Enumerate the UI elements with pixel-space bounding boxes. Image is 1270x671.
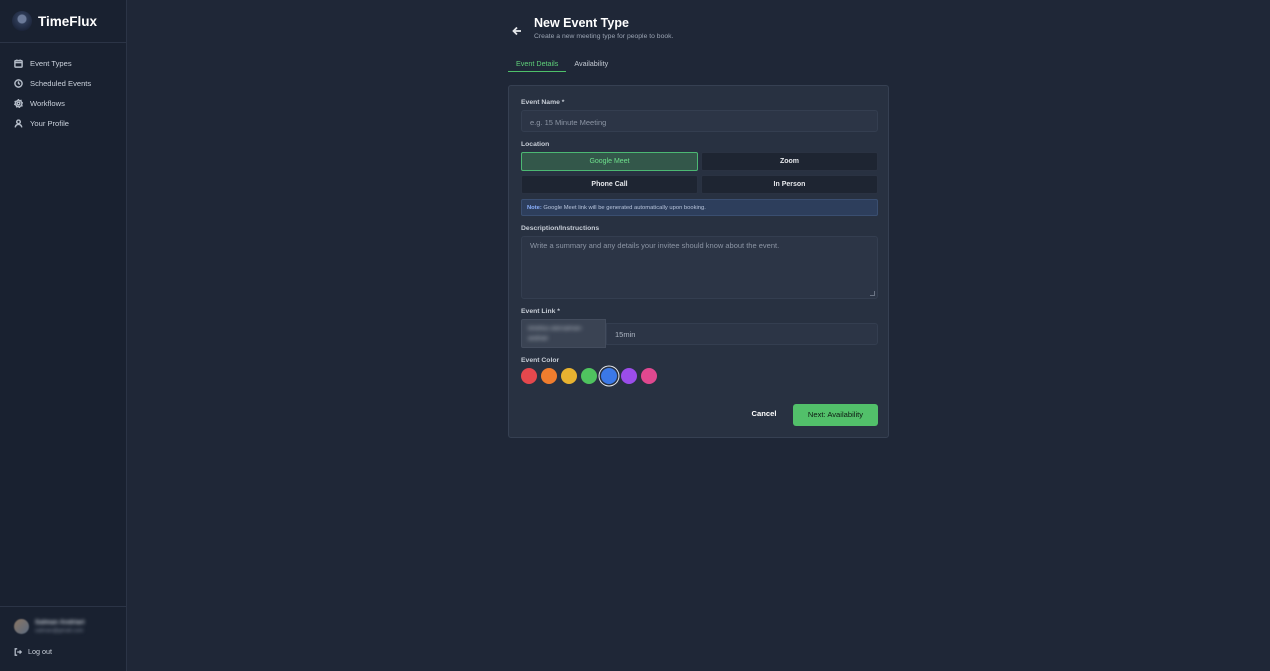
event-name-input[interactable]: e.g. 15 Minute Meeting xyxy=(521,110,878,132)
sidebar-item-label: Your Profile xyxy=(30,118,69,128)
location-zoom-button[interactable]: Zoom xyxy=(701,152,878,171)
event-link-slug-input[interactable]: 15min xyxy=(606,323,878,345)
description-placeholder: Write a summary and any details your inv… xyxy=(530,241,780,250)
sidebar-item-event-types[interactable]: Event Types xyxy=(0,53,126,73)
user-info: Salman Andriari salman@gmail.com xyxy=(35,619,85,634)
logout-label: Log out xyxy=(28,647,52,656)
arrow-left-icon xyxy=(512,26,521,36)
logout-icon xyxy=(14,647,22,656)
user-icon xyxy=(14,118,23,128)
sidebar: TimeFlux Event Types Scheduled Events Wo… xyxy=(0,0,127,671)
clock-icon xyxy=(14,78,23,88)
tab-availability[interactable]: Availability xyxy=(566,55,616,72)
sidebar-item-scheduled-events[interactable]: Scheduled Events xyxy=(0,73,126,93)
user-name: Salman Andriari xyxy=(35,619,85,626)
user-profile[interactable]: Salman Andriari salman@gmail.com xyxy=(0,607,126,634)
event-name-label: Event Name * xyxy=(521,99,565,106)
note-prefix: Note: xyxy=(527,205,542,211)
color-swatch-yellow[interactable] xyxy=(561,368,577,384)
event-link-prefix-text: timeflux.site/salman-andriari xyxy=(528,326,583,342)
sidebar-nav: Event Types Scheduled Events Workflows Y… xyxy=(0,43,126,133)
sidebar-item-label: Event Types xyxy=(30,58,72,68)
back-button[interactable] xyxy=(512,23,522,36)
calendar-icon xyxy=(14,59,23,68)
brand-name: TimeFlux xyxy=(38,13,98,29)
brand[interactable]: TimeFlux xyxy=(0,0,126,43)
description-textarea[interactable]: Write a summary and any details your inv… xyxy=(521,236,878,299)
location-in-person-button[interactable]: In Person xyxy=(701,175,878,194)
sidebar-item-label: Workflows xyxy=(30,98,65,108)
avatar xyxy=(14,619,29,634)
color-swatch-green[interactable] xyxy=(581,368,597,384)
location-note: Note: Google Meet link will be generated… xyxy=(521,199,878,216)
color-swatch-orange[interactable] xyxy=(541,368,557,384)
location-label: Location xyxy=(521,141,550,148)
event-link-label: Event Link * xyxy=(521,308,560,315)
user-email: salman@gmail.com xyxy=(35,628,84,634)
gear-icon xyxy=(14,98,23,108)
location-google-meet-button[interactable]: Google Meet xyxy=(521,152,698,171)
tab-bar: Event Details Availability xyxy=(508,55,616,72)
next-availability-button[interactable]: Next: Availability xyxy=(793,404,878,426)
note-text: Google Meet link will be generated autom… xyxy=(541,205,706,211)
sidebar-footer: Salman Andriari salman@gmail.com Log out xyxy=(0,606,126,671)
logout-button[interactable]: Log out xyxy=(0,634,126,656)
sidebar-item-your-profile[interactable]: Your Profile xyxy=(0,113,126,133)
page-subtitle: Create a new meeting type for people to … xyxy=(534,33,674,40)
logo xyxy=(12,11,32,31)
description-label: Description/Instructions xyxy=(521,225,600,232)
cancel-button[interactable]: Cancel xyxy=(746,404,782,424)
tab-event-details[interactable]: Event Details xyxy=(508,55,567,72)
color-swatch-pink[interactable] xyxy=(641,368,657,384)
color-swatch-blue[interactable] xyxy=(601,368,617,384)
sidebar-item-label: Scheduled Events xyxy=(30,78,92,88)
sidebar-item-workflows[interactable]: Workflows xyxy=(0,93,126,113)
event-link-prefix: timeflux.site/salman-andriari xyxy=(521,319,606,348)
page-title: New Event Type xyxy=(534,16,629,30)
color-swatch-purple[interactable] xyxy=(621,368,637,384)
event-form-card: Event Name * e.g. 15 Minute Meeting Loca… xyxy=(508,85,889,438)
color-swatch-red[interactable] xyxy=(521,368,537,384)
resize-handle[interactable] xyxy=(870,291,875,296)
event-color-label: Event Color xyxy=(521,357,560,364)
location-phone-call-button[interactable]: Phone Call xyxy=(521,175,698,194)
